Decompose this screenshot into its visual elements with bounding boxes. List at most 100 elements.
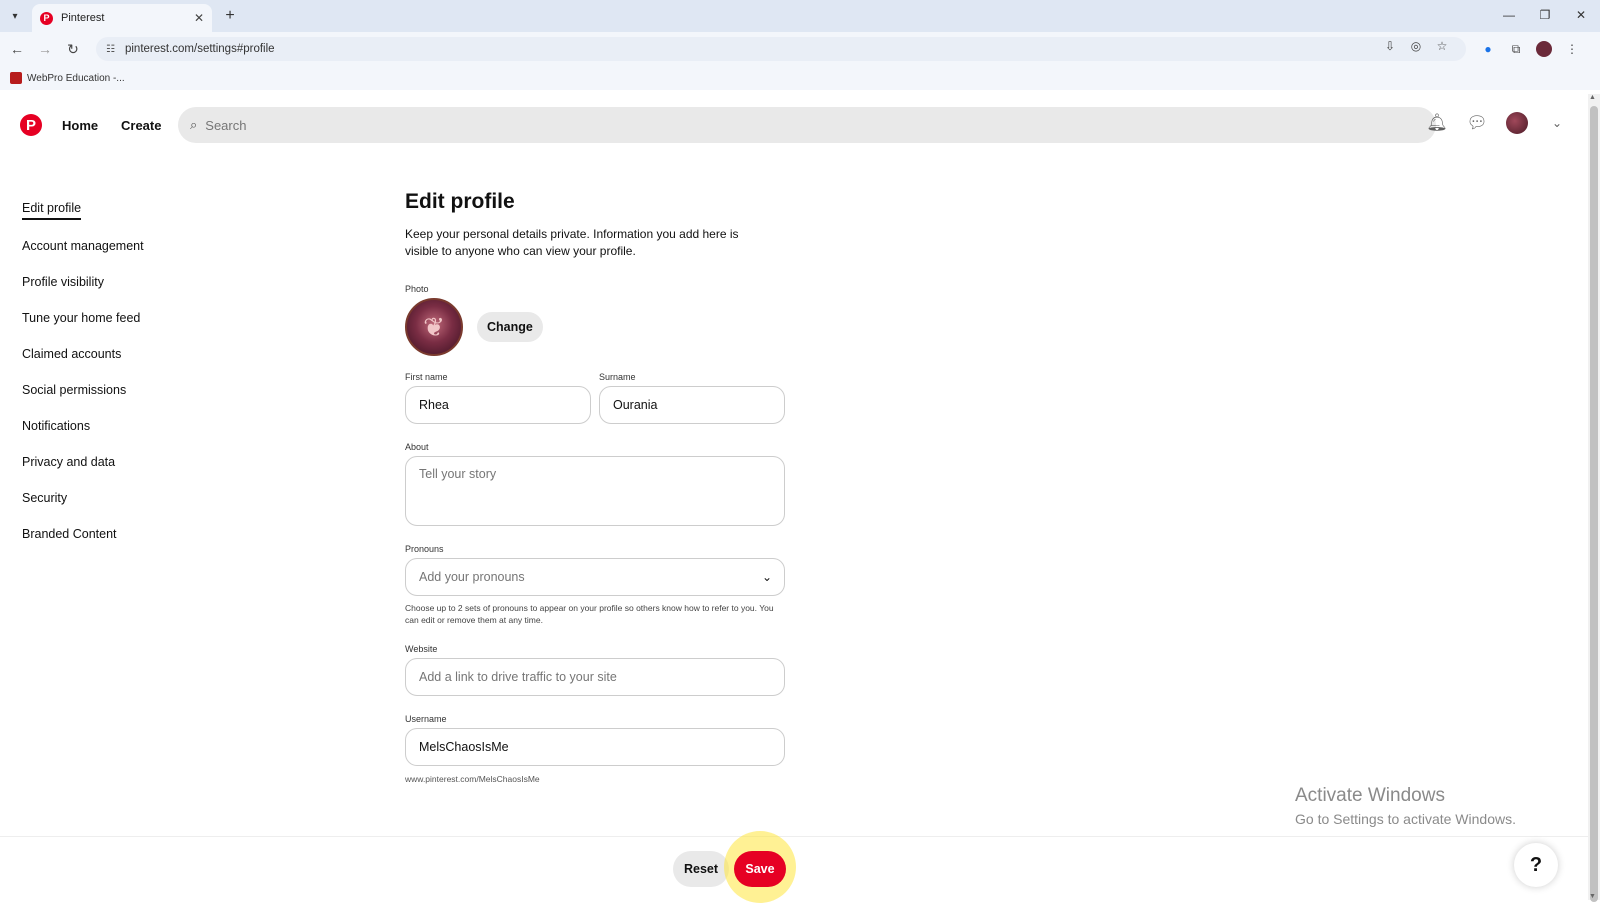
first-name-group: First name Rhea <box>405 372 591 424</box>
tab-title: Pinterest <box>61 12 105 24</box>
site-info-icon[interactable]: ☷ <box>106 44 115 55</box>
save-button[interactable]: Save <box>734 851 786 887</box>
scroll-thumb[interactable] <box>1590 106 1598 902</box>
sidebar-item-privacy[interactable]: Privacy and data <box>22 444 144 480</box>
sidebar-item-security[interactable]: Security <box>22 480 144 516</box>
new-tab-icon[interactable]: + <box>220 6 240 26</box>
chevron-down-icon: ⌄ <box>761 570 772 584</box>
browser-toolbar: ← → ↻ ☷ pinterest.com/settings#profile ⇩… <box>0 32 1600 66</box>
user-avatar[interactable] <box>1506 112 1528 134</box>
edit-profile-form: Edit profile Keep your personal details … <box>405 190 785 784</box>
pronouns-help-text: Choose up to 2 sets of pronouns to appea… <box>405 603 774 625</box>
change-photo-button[interactable]: Change <box>477 312 543 342</box>
puzzle-icon[interactable]: ⧉ <box>1508 41 1524 57</box>
tab-close-icon[interactable]: ✕ <box>194 11 204 25</box>
surname-label: Surname <box>599 372 636 382</box>
surname-field[interactable]: Ourania <box>599 386 785 424</box>
window-controls: — ❐ ✕ <box>1498 4 1592 26</box>
sidebar-item-account-management[interactable]: Account management <box>22 228 144 264</box>
tab-search-icon[interactable]: ▾ <box>6 7 24 25</box>
sidebar-item-label: Privacy and data <box>22 455 116 469</box>
minimize-icon[interactable]: — <box>1498 4 1520 26</box>
browser-tabstrip: ▾ P Pinterest ✕ + — ❐ ✕ <box>0 0 1600 32</box>
reload-icon[interactable]: ↻ <box>64 40 82 58</box>
browser-menu-icon[interactable]: ⋮ <box>1564 41 1580 57</box>
profile-photo: ❦ <box>405 298 463 356</box>
nav-create[interactable]: Create <box>121 118 161 133</box>
scroll-down-icon[interactable]: ▼ <box>1589 893 1596 900</box>
nav-home[interactable]: Home <box>62 118 98 133</box>
eye-off-icon[interactable]: ◎ <box>1408 38 1424 54</box>
sidebar-item-home-feed[interactable]: Tune your home feed <box>22 300 144 336</box>
profile-avatar-icon[interactable] <box>1536 41 1552 57</box>
profile-url-text: www.pinterest.com/MelsChaosIsMe <box>405 774 540 784</box>
back-icon[interactable]: ← <box>8 40 26 58</box>
sidebar-item-label: Branded Content <box>22 527 117 541</box>
bookmarks-bar: WebPro Education -... <box>0 66 1600 90</box>
sidebar-item-edit-profile[interactable]: Edit profile <box>22 192 144 228</box>
help-button[interactable]: ? <box>1514 843 1558 887</box>
about-label: About <box>405 442 429 452</box>
scroll-up-icon[interactable]: ▲ <box>1589 94 1596 101</box>
pinterest-logo-icon[interactable]: P <box>20 114 42 136</box>
activate-windows-subtitle: Go to Settings to activate Windows. <box>1295 811 1516 827</box>
sidebar-item-label: Edit profile <box>22 201 82 220</box>
header-icons: 🔔︎ 💬︎ ⌄ <box>1426 112 1568 134</box>
sidebar-item-profile-visibility[interactable]: Profile visibility <box>22 264 144 300</box>
pronouns-placeholder: Add your pronouns <box>419 570 525 584</box>
website-field[interactable]: Add a link to drive traffic to your site <box>405 658 785 696</box>
sidebar-item-claimed-accounts[interactable]: Claimed accounts <box>22 336 144 372</box>
notifications-bell-icon[interactable]: 🔔︎ <box>1426 112 1448 134</box>
first-name-label: First name <box>405 372 448 382</box>
sidebar-item-label: Notifications <box>22 419 91 433</box>
page-scrollbar[interactable]: ▲ ▼ <box>1588 94 1600 902</box>
photo-label: Photo <box>405 284 429 294</box>
extensions-area: ● ⧉ ⋮ <box>1480 41 1580 57</box>
surname-group: Surname Ourania <box>599 372 785 424</box>
page-description: Keep your personal details private. Info… <box>405 227 739 258</box>
sidebar-item-label: Claimed accounts <box>22 347 122 361</box>
extension-icon[interactable]: ● <box>1480 41 1496 57</box>
photo-row: ❦ Change <box>405 298 785 356</box>
reset-button[interactable]: Reset <box>673 851 729 887</box>
sidebar-item-label: Security <box>22 491 68 505</box>
pinterest-header: P Home Create ⌕ Search 🔔︎ 💬︎ ⌄ <box>0 94 1588 158</box>
search-placeholder: Search <box>205 117 247 133</box>
sidebar-item-label: Account management <box>22 239 144 253</box>
account-chevron-down-icon[interactable]: ⌄ <box>1546 112 1568 134</box>
search-icon: ⌕ <box>190 117 198 132</box>
bookmark-favicon-icon <box>10 72 22 84</box>
windows-activation-watermark: Activate Windows Go to Settings to activ… <box>1295 785 1516 827</box>
activate-windows-title: Activate Windows <box>1295 785 1445 806</box>
pronouns-select[interactable]: Add your pronouns ⌄ <box>405 558 785 596</box>
username-label: Username <box>405 714 447 724</box>
sidebar-item-notifications[interactable]: Notifications <box>22 408 144 444</box>
about-textarea[interactable]: Tell your story <box>405 456 785 526</box>
url-text: pinterest.com/settings#profile <box>124 43 275 55</box>
pronouns-label: Pronouns <box>405 544 444 554</box>
sidebar-item-label: Tune your home feed <box>22 311 141 325</box>
browser-tab-pinterest[interactable]: P Pinterest ✕ <box>32 4 212 32</box>
search-input[interactable]: ⌕ Search <box>178 107 1436 143</box>
name-row: First name Rhea Surname Ourania <box>405 372 785 424</box>
forward-icon[interactable]: → <box>36 40 54 58</box>
close-window-icon[interactable]: ✕ <box>1570 4 1592 26</box>
settings-sidebar: Edit profile Account management Profile … <box>22 192 144 552</box>
address-bar[interactable]: ☷ pinterest.com/settings#profile <box>96 37 1466 61</box>
username-field[interactable]: MelsChaosIsMe <box>405 728 785 766</box>
sidebar-item-social-permissions[interactable]: Social permissions <box>22 372 144 408</box>
sidebar-item-label: Profile visibility <box>22 275 104 289</box>
omnibox-actions: ⇩ ◎ ☆ <box>1382 38 1450 54</box>
bookmark-star-icon[interactable]: ☆ <box>1434 38 1450 54</box>
website-label: Website <box>405 644 438 654</box>
form-action-bar: Reset Save ? <box>0 831 1588 903</box>
first-name-field[interactable]: Rhea <box>405 386 591 424</box>
restore-icon[interactable]: ❐ <box>1534 4 1556 26</box>
pinterest-favicon-icon: P <box>40 11 53 25</box>
bookmark-webpro[interactable]: WebPro Education -... <box>27 73 125 84</box>
sidebar-item-label: Social permissions <box>22 383 127 397</box>
sidebar-item-branded-content[interactable]: Branded Content <box>22 516 144 552</box>
page-title: Edit profile <box>405 190 515 213</box>
install-app-icon[interactable]: ⇩ <box>1382 38 1398 54</box>
messages-icon[interactable]: 💬︎ <box>1466 112 1488 134</box>
